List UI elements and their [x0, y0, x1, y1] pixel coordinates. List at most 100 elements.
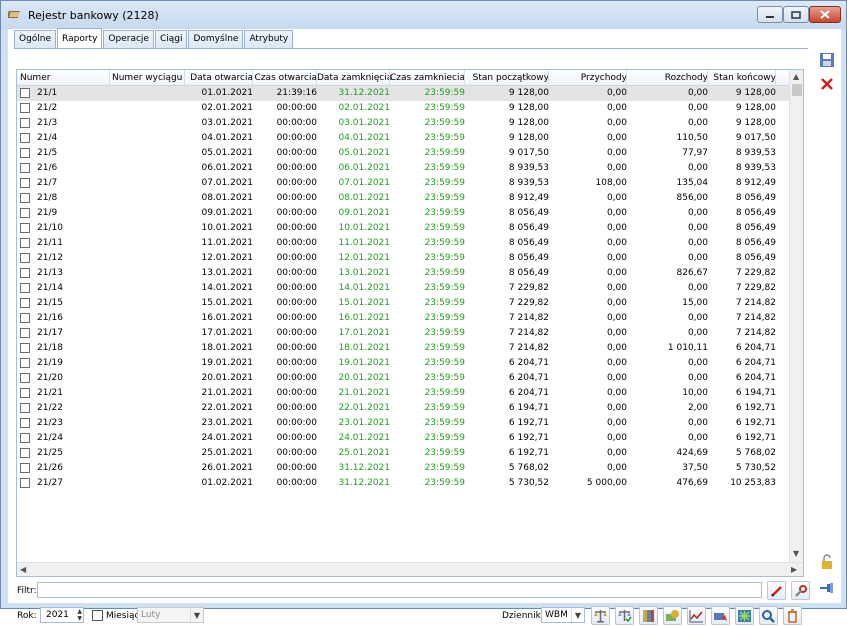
tab-ciagi[interactable]: Ciągi [154, 30, 188, 48]
minimize-button[interactable] [757, 6, 783, 23]
column-header-przychody[interactable]: Przychody [549, 73, 627, 83]
table-row[interactable]: 21/2 02.01.2021 00:00:00 02.01.2021 23:59:59… [17, 101, 789, 116]
column-divider[interactable] [464, 70, 465, 86]
table-row[interactable]: 21/21 21.01.2021 00:00:00 21.01.2021 23:59:5… [17, 386, 789, 401]
table-row[interactable]: 21/8 08.01.2021 00:00:00 08.01.2021 23:59:59… [17, 191, 789, 206]
row-checkbox[interactable] [20, 358, 30, 368]
column-divider[interactable] [707, 70, 708, 86]
lock-button[interactable] [818, 553, 836, 571]
cancel-button[interactable] [818, 75, 836, 93]
year-spinner[interactable]: 2021 ▲ ▼ [40, 607, 84, 623]
pin-button[interactable] [818, 579, 836, 597]
tab-raporty[interactable]: Raporty [57, 28, 103, 48]
table-row[interactable]: 21/27 01.02.2021 00:00:00 31.12.2021 23:59:5… [17, 476, 789, 491]
table-row[interactable]: 21/16 16.01.2021 00:00:00 16.01.2021 23:59:5… [17, 311, 789, 326]
scroll-right-icon[interactable]: ▶ [791, 565, 797, 574]
tab-ogolne[interactable]: Ogólne [14, 30, 57, 48]
spinner-arrows-icon[interactable]: ▲ ▼ [77, 608, 82, 622]
row-checkbox[interactable] [20, 103, 30, 113]
column-header-stan-poczatkowy[interactable]: Stan początkowy [465, 73, 549, 83]
column-divider[interactable] [316, 70, 317, 86]
column-divider[interactable] [626, 70, 627, 86]
scroll-thumb[interactable] [792, 84, 802, 96]
table-row[interactable]: 21/26 26.01.2021 00:00:00 31.12.2021 23:59:5… [17, 461, 789, 476]
column-header-czas-otwarcia[interactable]: Czas otwarcia [253, 73, 317, 83]
month-select[interactable]: Luty ▼ [137, 607, 204, 623]
journal-select[interactable]: WBM ▼ [541, 607, 585, 623]
table-row[interactable]: 21/23 23.01.2021 00:00:00 23.01.2021 23:59:5… [17, 416, 789, 431]
tab-operacje[interactable]: Operacje [103, 30, 154, 48]
table-row[interactable]: 21/5 05.01.2021 00:00:00 05.01.2021 23:59:59… [17, 146, 789, 161]
row-checkbox[interactable] [20, 178, 30, 188]
row-checkbox[interactable] [20, 433, 30, 443]
table-row[interactable]: 21/15 15.01.2021 00:00:00 15.01.2021 23:59:5… [17, 296, 789, 311]
close-button[interactable] [809, 6, 841, 23]
horizontal-scrollbar[interactable]: ◀ ▶ [17, 562, 803, 576]
column-divider[interactable] [252, 70, 253, 86]
table-row[interactable]: 21/17 17.01.2021 00:00:00 17.01.2021 23:59:5… [17, 326, 789, 341]
maximize-button[interactable] [783, 6, 809, 23]
column-divider[interactable] [389, 70, 390, 86]
row-checkbox[interactable] [20, 418, 30, 428]
row-checkbox[interactable] [20, 328, 30, 338]
table-row[interactable]: 21/9 09.01.2021 00:00:00 09.01.2021 23:59:59… [17, 206, 789, 221]
row-checkbox[interactable] [20, 343, 30, 353]
scroll-left-icon[interactable]: ◀ [20, 565, 26, 574]
table-row[interactable]: 21/24 24.01.2021 00:00:00 24.01.2021 23:59:5… [17, 431, 789, 446]
table-row[interactable]: 21/13 13.01.2021 00:00:00 13.01.2021 23:59:5… [17, 266, 789, 281]
column-header-numer[interactable]: Numer [20, 73, 105, 83]
column-header-czas-zamkniecia[interactable]: Czas zamkniecia [390, 73, 465, 83]
column-header-numer-wyciagu[interactable]: Numer wyciągu [112, 73, 185, 83]
table-row[interactable]: 21/12 12.01.2021 00:00:00 12.01.2021 23:59:5… [17, 251, 789, 266]
table-row[interactable]: 21/14 14.01.2021 00:00:00 14.01.2021 23:59:5… [17, 281, 789, 296]
table-row[interactable]: 21/1 01.01.2021 21:39:16 31.12.2021 23:59:59… [17, 86, 789, 101]
row-checkbox[interactable] [20, 148, 30, 158]
row-checkbox[interactable] [20, 283, 30, 293]
column-header-rozchody[interactable]: Rozchody [627, 73, 708, 83]
column-header-stan-koncowy[interactable]: Stan końcowy [708, 73, 776, 83]
filter-edit-button[interactable] [767, 581, 786, 600]
row-checkbox[interactable] [20, 373, 30, 383]
column-header-data-otwarcia[interactable]: Data otwarcia [185, 73, 253, 83]
tab-atrybuty[interactable]: Atrybuty [244, 30, 294, 48]
row-checkbox[interactable] [20, 268, 30, 278]
row-checkbox[interactable] [20, 133, 30, 143]
column-divider[interactable] [775, 70, 776, 86]
row-checkbox[interactable] [20, 238, 30, 248]
filter-builder-button[interactable] [791, 581, 810, 600]
row-checkbox[interactable] [20, 193, 30, 203]
table-row[interactable]: 21/3 03.01.2021 00:00:00 03.01.2021 23:59:59… [17, 116, 789, 131]
row-checkbox[interactable] [20, 463, 30, 473]
row-checkbox[interactable] [20, 253, 30, 263]
chevron-down-icon[interactable]: ▼ [571, 608, 584, 622]
save-button[interactable] [818, 51, 836, 69]
row-checkbox[interactable] [20, 208, 30, 218]
table-row[interactable]: 21/10 10.01.2021 00:00:00 10.01.2021 23:59:5… [17, 221, 789, 236]
chevron-down-icon[interactable]: ▼ [190, 608, 203, 622]
row-checkbox[interactable] [20, 313, 30, 323]
scroll-down-icon[interactable]: ▼ [793, 549, 799, 558]
month-checkbox[interactable] [92, 610, 103, 621]
tab-domyslne[interactable]: Domyślne [188, 30, 244, 48]
table-row[interactable]: 21/25 25.01.2021 00:00:00 25.01.2021 23:59:5… [17, 446, 789, 461]
table-row[interactable]: 21/6 06.01.2021 00:00:00 06.01.2021 23:59:59… [17, 161, 789, 176]
row-checkbox[interactable] [20, 223, 30, 233]
row-checkbox[interactable] [20, 403, 30, 413]
column-header-data-zamkniecia[interactable]: Data zamknięcia [317, 73, 392, 83]
row-checkbox[interactable] [20, 163, 30, 173]
table-row[interactable]: 21/11 11.01.2021 00:00:00 11.01.2021 23:59:5… [17, 236, 789, 251]
row-checkbox[interactable] [20, 478, 30, 488]
table-row[interactable]: 21/22 22.01.2021 00:00:00 22.01.2021 23:59:5… [17, 401, 789, 416]
scroll-up-icon[interactable]: ▲ [793, 72, 799, 81]
filter-input[interactable]: ▼ [37, 582, 779, 598]
vertical-scrollbar[interactable]: ▲ ▼ [789, 70, 803, 562]
column-divider[interactable] [548, 70, 549, 86]
row-checkbox[interactable] [20, 88, 30, 98]
table-row[interactable]: 21/7 07.01.2021 00:00:00 07.01.2021 23:59:59… [17, 176, 789, 191]
table-row[interactable]: 21/18 18.01.2021 00:00:00 18.01.2021 23:59:5… [17, 341, 789, 356]
column-divider[interactable] [184, 70, 185, 86]
column-divider[interactable] [109, 70, 110, 86]
row-checkbox[interactable] [20, 448, 30, 458]
row-checkbox[interactable] [20, 118, 30, 128]
table-row[interactable]: 21/20 20.01.2021 00:00:00 20.01.2021 23:59:5… [17, 371, 789, 386]
